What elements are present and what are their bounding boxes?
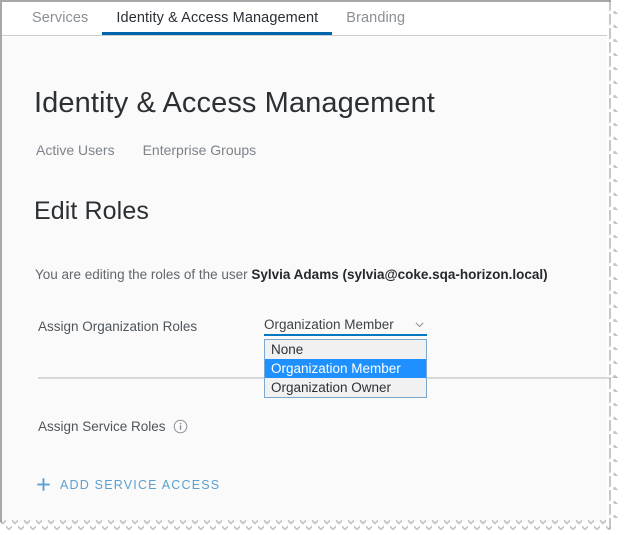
assign-service-roles-label: Assign Service Roles: [38, 419, 166, 434]
organization-roles-select[interactable]: Organization Member None Organization Me…: [264, 315, 427, 398]
app-window: Services Identity & Access Management Br…: [0, 0, 625, 535]
top-tab-bar: Services Identity & Access Management Br…: [2, 2, 607, 36]
editing-user-prefix: You are editing the roles of the user: [35, 267, 252, 282]
dropdown-option-organization-owner[interactable]: Organization Owner: [265, 378, 426, 397]
content-area: Identity & Access Management Active User…: [2, 37, 624, 522]
dropdown-option-organization-member[interactable]: Organization Member: [265, 359, 426, 378]
crop-edge-right: [611, 0, 625, 535]
info-circle-icon[interactable]: [173, 419, 188, 434]
add-service-access-button[interactable]: ADD SERVICE ACCESS: [36, 477, 220, 492]
tab-identity-access-management[interactable]: Identity & Access Management: [102, 10, 333, 35]
dropdown-option-none[interactable]: None: [265, 340, 426, 359]
sub-tab-active-users[interactable]: Active Users: [36, 142, 115, 158]
tab-services[interactable]: Services: [18, 10, 102, 35]
organization-roles-select-display[interactable]: Organization Member: [264, 315, 427, 336]
organization-roles-selected-value: Organization Member: [264, 317, 394, 332]
window-left-border: [0, 0, 2, 535]
section-title-edit-roles: Edit Roles: [34, 197, 149, 225]
page-title: Identity & Access Management: [34, 87, 435, 119]
tab-identity-access-management-label: Identity & Access Management: [116, 10, 319, 26]
window-top-border: [0, 0, 625, 2]
add-service-access-label: ADD SERVICE ACCESS: [60, 477, 221, 492]
chevron-down-icon: [414, 319, 425, 330]
active-tab-underline: [102, 32, 333, 35]
organization-roles-dropdown-menu: None Organization Member Organization Ow…: [264, 339, 427, 398]
assign-service-roles-row: Assign Service Roles: [38, 419, 188, 434]
assign-organization-roles-label: Assign Organization Roles: [38, 319, 198, 334]
tab-branding[interactable]: Branding: [332, 10, 419, 35]
crop-edge-bottom: [0, 521, 625, 535]
sub-tab-bar: Active Users Enterprise Groups: [36, 142, 256, 158]
editing-user-description: You are editing the roles of the user Sy…: [35, 267, 548, 282]
tab-services-label: Services: [32, 10, 89, 26]
tab-branding-label: Branding: [346, 10, 406, 26]
crop-edge-right-shadow: [609, 0, 619, 535]
sub-tab-enterprise-groups[interactable]: Enterprise Groups: [143, 142, 257, 158]
editing-user-name: Sylvia Adams (sylvia@coke.sqa-horizon.lo…: [251, 267, 548, 282]
plus-icon: [36, 477, 51, 492]
